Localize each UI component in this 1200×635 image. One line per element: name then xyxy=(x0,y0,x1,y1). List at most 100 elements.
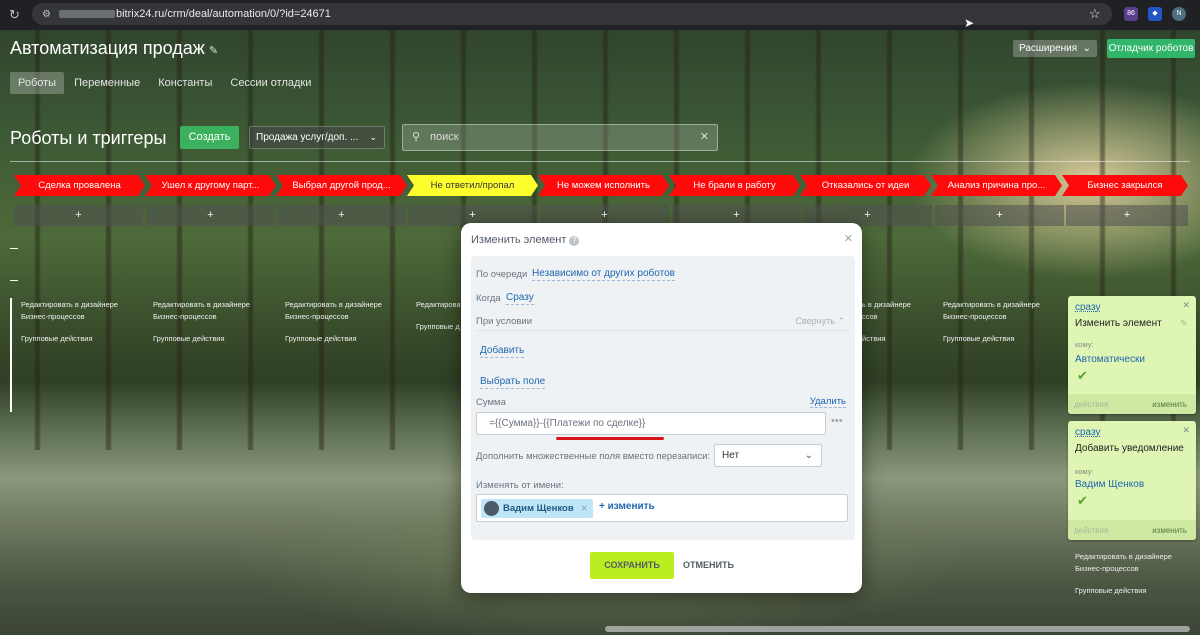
blurred-subdomain xyxy=(58,10,115,18)
robot-assignee[interactable]: Автоматически xyxy=(1075,354,1145,365)
debugger-button[interactable]: Отладчик роботов xyxy=(1107,39,1195,58)
edit-pencil-icon[interactable]: ✎ xyxy=(1180,318,1188,329)
edit-in-designer-link[interactable]: Редактировать в дизайнере Бизнес-процесс… xyxy=(285,300,382,321)
amount-formula-input[interactable]: ={{Сумма}}-{{Платежи по сделке}} xyxy=(476,412,826,435)
robot-edit-link[interactable]: изменить xyxy=(1152,526,1187,535)
robot-card[interactable]: сразу ✕ Изменить элемент ✎ кому: Автомат… xyxy=(1068,296,1196,414)
stage-4[interactable]: Не можем исполнить xyxy=(538,175,669,196)
add-trigger-button[interactable]: + xyxy=(277,205,406,226)
remove-icon[interactable]: ✕ xyxy=(580,499,588,518)
robot-actions-link[interactable]: действия xyxy=(1074,526,1108,535)
group-actions-link[interactable]: Групповые действия xyxy=(416,321,460,333)
extension-badge-icon[interactable]: 86 xyxy=(1124,7,1138,21)
search-input[interactable]: ⚲ поиск ✕ xyxy=(402,124,718,151)
append-select[interactable]: Нет ⌄ xyxy=(714,444,822,467)
search-icon: ⚲ xyxy=(412,131,421,143)
collapse-toggle[interactable]: Свернуть ⌃ xyxy=(795,316,845,327)
cancel-button[interactable]: ОТМЕНИТЬ xyxy=(683,552,734,579)
stage-8[interactable]: Бизнес закрылся xyxy=(1062,175,1188,196)
column-footer: Редактировать в дизайнере Бизнес-процесс… xyxy=(1075,551,1193,597)
edit-pencil-icon[interactable]: ✎ xyxy=(209,45,218,57)
close-icon[interactable]: ✕ xyxy=(844,232,853,245)
robot-edit-link[interactable]: изменить xyxy=(1152,400,1187,409)
robot-name: Добавить уведомление xyxy=(1075,443,1184,454)
order-link[interactable]: Независимо от других роботов xyxy=(532,268,675,281)
edit-in-designer-link[interactable]: Редактировать в дизайнере Бизнес-процесс… xyxy=(943,300,1040,321)
edit-element-dialog: Изменить элемент? ✕ По очереди Независим… xyxy=(461,223,862,593)
close-icon[interactable]: ✕ xyxy=(1182,425,1190,436)
user-chip[interactable]: Вадим Щенков ✕ xyxy=(481,499,593,518)
stage-5[interactable]: Не брали в работу xyxy=(669,175,800,196)
stage-1[interactable]: Ушел к другому парт... xyxy=(145,175,276,196)
edit-in-designer-link[interactable]: Редактировать в дизайнере Бизнес-процесс… xyxy=(862,299,917,323)
tab-variables[interactable]: Переменные xyxy=(66,72,148,94)
condition-label: При условии xyxy=(476,316,533,327)
mouse-cursor-icon: ➤ xyxy=(964,16,975,30)
stage-3[interactable]: Не ответил/пропал xyxy=(407,175,538,196)
choose-field-link[interactable]: Выбрать поле xyxy=(480,376,546,389)
stage-7[interactable]: Анализ причина про... xyxy=(931,175,1062,196)
edit-in-designer-link[interactable]: Редактировать в дизайнере Бизнес-процесс… xyxy=(21,300,118,321)
browser-bar: ↻ ⚙ bitrix24.ru/crm/deal/automation/0/?i… xyxy=(0,0,1200,30)
pipeline-select[interactable]: Продажа услуг/доп. ... ⌄ xyxy=(249,126,385,149)
address-bar[interactable]: ⚙ bitrix24.ru/crm/deal/automation/0/?id=… xyxy=(32,3,1112,25)
site-settings-icon[interactable]: ⚙ xyxy=(42,9,51,20)
horizontal-scrollbar[interactable] xyxy=(605,626,1190,632)
create-button[interactable]: Создать xyxy=(180,126,239,149)
tab-constants[interactable]: Константы xyxy=(150,72,220,94)
dash-marker xyxy=(10,248,18,249)
robot-to-label: кому: xyxy=(1075,467,1094,476)
user-chip-name: Вадим Щенков xyxy=(503,503,574,514)
checkmark-icon: ✔ xyxy=(1077,368,1088,383)
order-label: По очереди xyxy=(476,269,528,280)
group-actions-link[interactable]: Групповые действия xyxy=(862,333,917,345)
clear-icon[interactable]: ✕ xyxy=(700,125,709,150)
bookmark-star-icon[interactable]: ☆ xyxy=(1089,6,1101,22)
pipeline-select-label: Продажа услуг/доп. ... xyxy=(256,132,359,143)
tab-robots[interactable]: Роботы xyxy=(10,72,65,94)
robot-card[interactable]: сразу ✕ Добавить уведомление кому: Вадим… xyxy=(1068,421,1196,540)
chevron-down-icon: ⌄ xyxy=(804,450,813,461)
extensions-button[interactable]: Расширения ⌄ xyxy=(1013,40,1097,57)
scroll-indicator xyxy=(10,298,12,412)
extension-shield-icon[interactable]: ◆ xyxy=(1148,7,1162,21)
group-actions-link[interactable]: Групповые действия xyxy=(153,333,278,345)
robot-actions-link[interactable]: действия xyxy=(1074,400,1108,409)
robot-assignee[interactable]: Вадим Щенков xyxy=(1075,479,1144,490)
save-button[interactable]: СОХРАНИТЬ xyxy=(590,552,674,579)
dialog-title: Изменить элемент? xyxy=(471,234,580,246)
user-selector[interactable]: Вадим Щенков ✕ + изменить xyxy=(476,494,848,522)
stage-6[interactable]: Отказались от идеи xyxy=(800,175,931,196)
column-footer: Редактировать в дизайнере Бизнес-процесс… xyxy=(21,299,146,345)
more-icon[interactable]: ••• xyxy=(831,415,843,427)
group-actions-link[interactable]: Групповые действия xyxy=(943,333,1068,345)
robot-timing-link[interactable]: сразу xyxy=(1075,427,1100,438)
close-icon[interactable]: ✕ xyxy=(1182,300,1190,311)
reload-icon[interactable]: ↻ xyxy=(9,7,25,23)
group-actions-link[interactable]: Групповые действия xyxy=(21,333,146,345)
divider xyxy=(10,161,1190,162)
add-trigger-button[interactable]: + xyxy=(935,205,1064,226)
edit-in-designer-link[interactable]: Редактировать в дизайнере Бизнес-процесс… xyxy=(416,300,460,309)
when-link[interactable]: Сразу xyxy=(506,292,534,305)
page-title: Автоматизация продаж ✎ xyxy=(10,38,219,58)
robot-timing-link[interactable]: сразу xyxy=(1075,302,1100,313)
stage-0[interactable]: Сделка провалена xyxy=(14,175,145,196)
add-trigger-button[interactable]: + xyxy=(146,205,275,226)
change-user-link[interactable]: + изменить xyxy=(599,501,655,512)
tab-debug-sessions[interactable]: Сессии отладки xyxy=(222,72,319,94)
delete-field-link[interactable]: Удалить xyxy=(809,396,846,408)
add-trigger-button[interactable]: + xyxy=(14,205,143,226)
add-condition-link[interactable]: Добавить xyxy=(480,345,525,358)
edit-in-designer-link[interactable]: Редактировать в дизайнере Бизнес-процесс… xyxy=(153,300,250,321)
group-actions-link[interactable]: Групповые действия xyxy=(285,333,410,345)
group-actions-link[interactable]: Групповые действия xyxy=(1075,585,1193,597)
profile-avatar-icon[interactable]: N xyxy=(1172,7,1186,21)
help-icon[interactable]: ? xyxy=(569,236,580,246)
when-label: Когда xyxy=(476,293,501,304)
stage-bar: Сделка провалена Ушел к другому парт... … xyxy=(14,175,1188,196)
tabs: Роботы Переменные Константы Сессии отлад… xyxy=(10,72,321,94)
edit-in-designer-link[interactable]: Редактировать в дизайнере Бизнес-процесс… xyxy=(1075,552,1172,573)
stage-2[interactable]: Выбрал другой прод... xyxy=(276,175,407,196)
add-trigger-button[interactable]: + xyxy=(1066,205,1188,226)
